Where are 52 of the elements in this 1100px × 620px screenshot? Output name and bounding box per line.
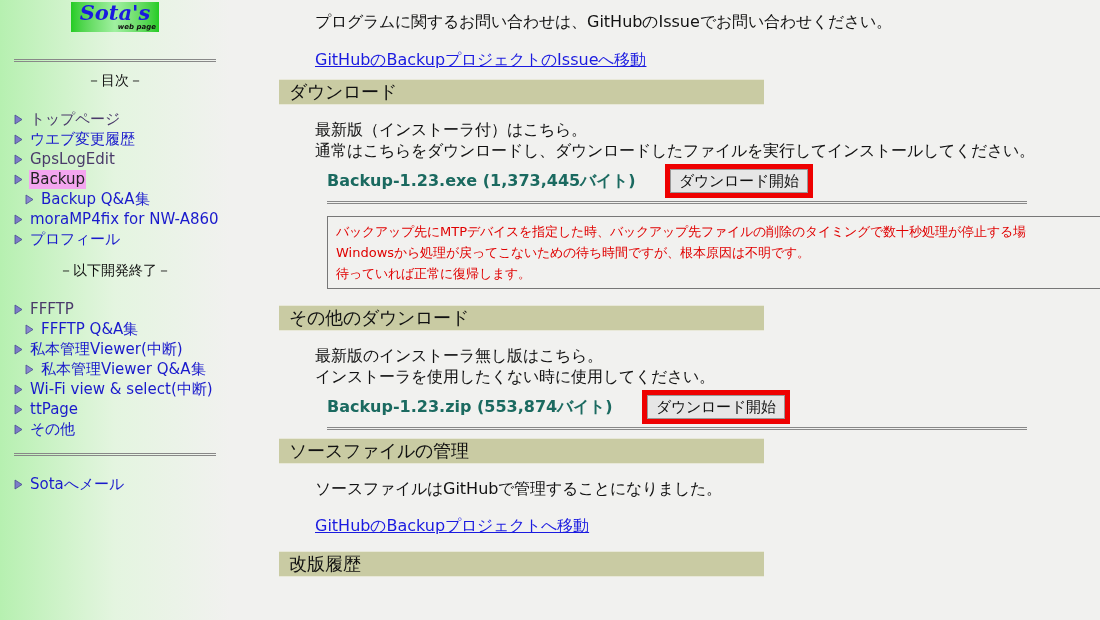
nav-link[interactable]: Backup [29, 169, 86, 189]
logo-title: Sota's [79, 2, 151, 24]
triangle-bullet-icon [14, 213, 23, 225]
file-name: Backup-1.23.zip (553,874バイト) [327, 396, 613, 418]
nav-link[interactable]: トップページ [29, 109, 121, 129]
triangle-bullet-icon [14, 383, 23, 395]
body-text: インストーラを使用したくない時に使用してください。 [315, 366, 716, 387]
section-heading: 改版履歴 [279, 551, 764, 577]
nav-link[interactable]: 私本管理Viewer(中断) [29, 339, 184, 359]
download-button[interactable]: ダウンロード開始 [670, 169, 809, 193]
nav-link[interactable]: ttPage [29, 399, 80, 419]
nav-link[interactable]: その他 [29, 419, 76, 439]
triangle-bullet-icon [14, 113, 23, 125]
body-text: 最新版のインストーラ無し版はこちら。 [315, 345, 604, 366]
nav-link[interactable]: FFFTP [29, 299, 75, 319]
project-link[interactable]: GitHubのBackupプロジェクトへ移動 [315, 515, 590, 537]
notice-text: バックアップ先にMTPデバイスを指定した時、バックアップ先ファイルの削除のタイミングで数十秒処理が停止する場 [336, 223, 1027, 241]
file-name: Backup-1.23.exe (1,373,445バイト) [327, 170, 636, 192]
triangle-bullet-icon [14, 233, 23, 245]
section-label: －以下開発終了－ [59, 261, 171, 280]
body-text: 最新版（インストーラ付）はこちら。 [315, 119, 588, 140]
triangle-bullet-icon [14, 343, 23, 355]
toc-heading: －目次－ [87, 71, 143, 90]
nav-link[interactable]: Wi-Fi view & select(中断) [29, 379, 214, 399]
triangle-bullet-icon [25, 193, 34, 205]
nav-link[interactable]: FFFTP Q&A集 [40, 319, 140, 339]
section-heading: ソースファイルの管理 [279, 438, 764, 464]
triangle-bullet-icon [14, 133, 23, 145]
nav-link[interactable]: Sotaへメール [29, 474, 125, 494]
triangle-bullet-icon [25, 363, 34, 375]
triangle-bullet-icon [14, 478, 23, 490]
body-text: ソースファイルはGitHubで管理することになりました。 [315, 478, 724, 499]
download-button[interactable]: ダウンロード開始 [647, 395, 786, 419]
nav-link[interactable]: プロフィール [29, 229, 121, 249]
section-heading: その他のダウンロード [279, 305, 764, 331]
triangle-bullet-icon [14, 153, 23, 165]
nav-link[interactable]: Backup Q&A集 [40, 189, 151, 209]
contact-text: プログラムに関するお問い合わせは、GitHubのIssueでお問い合わせください。 [315, 11, 893, 33]
triangle-bullet-icon [14, 303, 23, 315]
nav-link[interactable]: moraMP4fix for NW-A860 [29, 209, 220, 229]
triangle-bullet-icon [14, 423, 23, 435]
triangle-bullet-icon [14, 173, 23, 185]
triangle-bullet-icon [14, 403, 23, 415]
notice-text: 待っていれば正常に復帰します。 [336, 265, 532, 283]
triangle-bullet-icon [25, 323, 34, 335]
nav-link[interactable]: GpsLogEdit [29, 149, 116, 169]
body-text: 通常はこちらをダウンロードし、ダウンロードしたファイルを実行してインストールしてください。 [315, 140, 1036, 161]
section-heading: ダウンロード [279, 79, 764, 105]
issue-link[interactable]: GitHubのBackupプロジェクトのIssueへ移動 [315, 49, 647, 71]
notice-text: Windowsから処理が戻ってこないための待ち時間ですが、根本原因は不明です。 [336, 244, 812, 262]
nav-link[interactable]: 私本管理Viewer Q&A集 [40, 359, 207, 379]
nav-link[interactable]: ウエブ変更履歴 [29, 129, 136, 149]
